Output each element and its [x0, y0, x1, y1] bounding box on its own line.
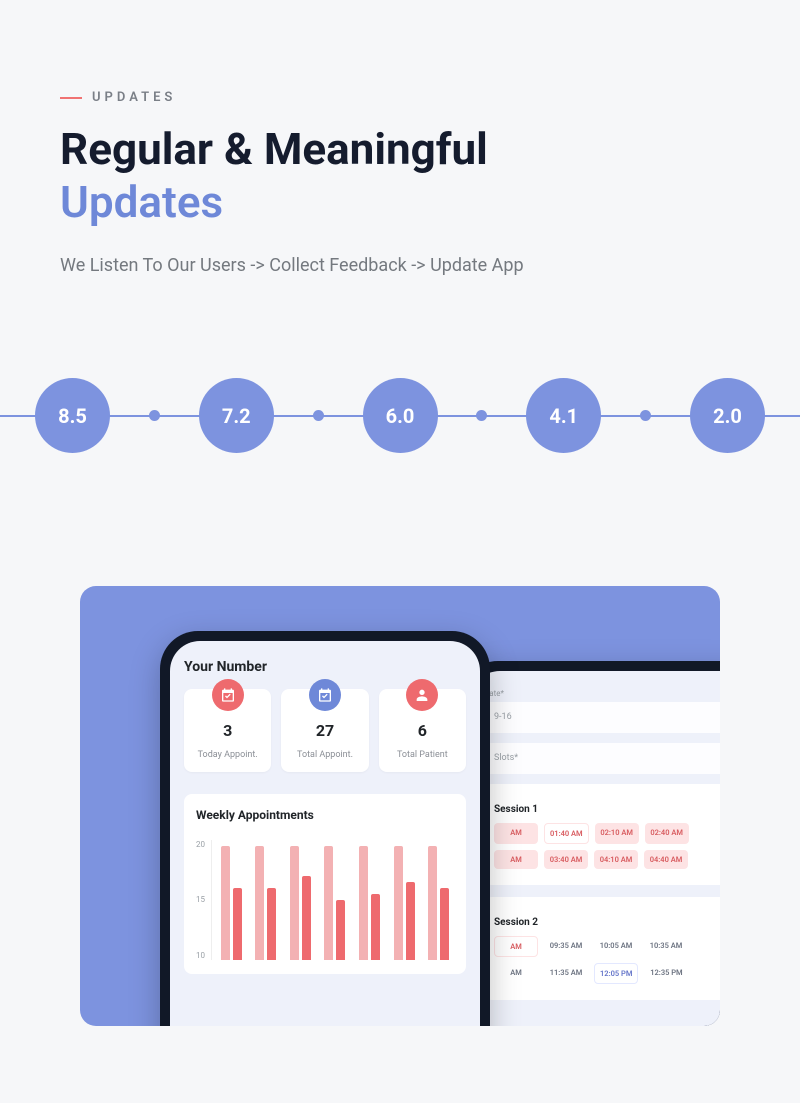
bar-series-a — [324, 846, 333, 960]
session-2-title: Session 2 — [494, 917, 720, 928]
subtext: We Listen To Our Users -> Collect Feedba… — [60, 255, 740, 276]
phone-mockup-right: Date* 9-16 Slots* Session 1 AM 01:40 AM 02… — [460, 661, 720, 1026]
version-node[interactable]: 7.2 — [199, 378, 274, 453]
stat-value: 3 — [188, 721, 267, 740]
session-1-title: Session 1 — [494, 804, 720, 815]
stat-card[interactable]: 6 Total Patient — [379, 689, 466, 772]
phone-screen-right: Date* 9-16 Slots* Session 1 AM 01:40 AM 02… — [470, 671, 720, 1026]
slots-field[interactable]: Slots* — [484, 743, 720, 774]
slot-row: AM 03:40 AM 04:10 AM 04:40 AM — [494, 850, 720, 869]
bar-group — [290, 840, 311, 960]
time-slot[interactable]: 09:35 AM — [544, 936, 588, 957]
headline-line-2: Updates — [60, 176, 223, 228]
bar-series-a — [359, 846, 368, 960]
date-field-label: Date* — [484, 689, 720, 698]
bar-group — [394, 840, 415, 960]
bar-group — [221, 840, 242, 960]
version-node[interactable]: 6.0 — [363, 378, 438, 453]
preview-panel: Your Number 3 Today Appoint. 27 Total Appoi… — [80, 586, 720, 1026]
bar-group — [255, 840, 276, 960]
y-tick: 20 — [196, 840, 205, 849]
bar-series-b — [371, 894, 380, 960]
bar-series-b — [440, 888, 449, 960]
calendar-check-icon — [309, 679, 341, 711]
date-value: 9-16 — [494, 712, 512, 722]
bar-group — [428, 840, 449, 960]
version-timeline: 8.57.26.04.12.0 — [60, 376, 740, 456]
stat-label: Total Patient — [383, 750, 462, 760]
calendar-check-icon — [212, 679, 244, 711]
page-headline: Regular & Meaningful Updates — [60, 123, 740, 229]
phone-mockup-left: Your Number 3 Today Appoint. 27 Total Appoi… — [160, 631, 490, 1026]
slot-row: AM 11:35 AM 12:05 PM 12:35 PM — [494, 963, 720, 984]
stat-value: 27 — [285, 721, 364, 740]
bar-series-a — [394, 846, 403, 960]
weekly-appointments-chart: Weekly Appointments 20 15 10 — [184, 794, 466, 974]
stat-card[interactable]: 27 Total Appoint. — [281, 689, 368, 772]
bar-series-a — [290, 846, 299, 960]
chart-title: Weekly Appointments — [196, 808, 454, 822]
slots-label: Slots* — [494, 753, 518, 763]
stat-label: Today Appoint. — [188, 750, 267, 760]
time-slot[interactable]: 04:40 AM — [644, 850, 688, 869]
chart-bars — [211, 840, 454, 960]
stat-card[interactable]: 3 Today Appoint. — [184, 689, 271, 772]
bar-group — [324, 840, 345, 960]
timeline-dot — [640, 410, 651, 421]
bar-series-b — [336, 900, 345, 960]
slot-row: AM 09:35 AM 10:05 AM 10:35 AM — [494, 936, 720, 957]
eyebrow-line — [60, 97, 82, 99]
eyebrow: UPDATES — [60, 90, 740, 105]
time-slot[interactable]: AM — [494, 850, 538, 869]
time-slot[interactable]: AM — [494, 823, 538, 844]
session-2-block: Session 2 AM 09:35 AM 10:05 AM 10:35 AM AM 11… — [484, 897, 720, 1000]
timeline-dot — [313, 410, 324, 421]
chart-y-axis: 20 15 10 — [196, 840, 211, 960]
date-field[interactable]: 9-16 — [484, 702, 720, 733]
time-slot[interactable]: 12:05 PM — [594, 963, 638, 984]
time-slot[interactable]: 11:35 AM — [544, 963, 588, 984]
stat-value: 6 — [383, 721, 462, 740]
headline-line-1: Regular & Meaningful — [60, 123, 488, 175]
version-node[interactable]: 8.5 — [35, 378, 110, 453]
bar-series-b — [267, 888, 276, 960]
bar-group — [359, 840, 380, 960]
timeline-dot — [149, 410, 160, 421]
version-node[interactable]: 2.0 — [690, 378, 765, 453]
time-slot[interactable]: 12:35 PM — [644, 963, 688, 984]
time-slot[interactable]: 04:10 AM — [594, 850, 638, 869]
phone-screen-left: Your Number 3 Today Appoint. 27 Total Appoi… — [170, 641, 480, 1026]
time-slot[interactable]: AM — [494, 963, 538, 984]
time-slot[interactable]: AM — [494, 936, 538, 957]
time-slot[interactable]: 10:35 AM — [644, 936, 688, 957]
bar-series-a — [221, 846, 230, 960]
bar-series-b — [302, 876, 311, 960]
session-1-block: Session 1 AM 01:40 AM 02:10 AM 02:40 AM AM 03… — [484, 784, 720, 885]
user-nurse-icon — [406, 679, 438, 711]
eyebrow-text: UPDATES — [92, 90, 176, 105]
version-node[interactable]: 4.1 — [526, 378, 601, 453]
bar-series-b — [233, 888, 242, 960]
bar-series-a — [255, 846, 264, 960]
y-tick: 10 — [196, 951, 205, 960]
time-slot[interactable]: 10:05 AM — [594, 936, 638, 957]
time-slot[interactable]: 02:10 AM — [595, 823, 639, 844]
stat-label: Total Appoint. — [285, 750, 364, 760]
time-slot[interactable]: 03:40 AM — [544, 850, 588, 869]
timeline-dot — [476, 410, 487, 421]
bar-series-b — [406, 882, 415, 960]
y-tick: 15 — [196, 895, 205, 904]
slot-row: AM 01:40 AM 02:10 AM 02:40 AM — [494, 823, 720, 844]
time-slot[interactable]: 01:40 AM — [544, 823, 589, 844]
time-slot[interactable]: 02:40 AM — [645, 823, 689, 844]
bar-series-a — [428, 846, 437, 960]
your-number-title: Your Number — [184, 659, 466, 675]
